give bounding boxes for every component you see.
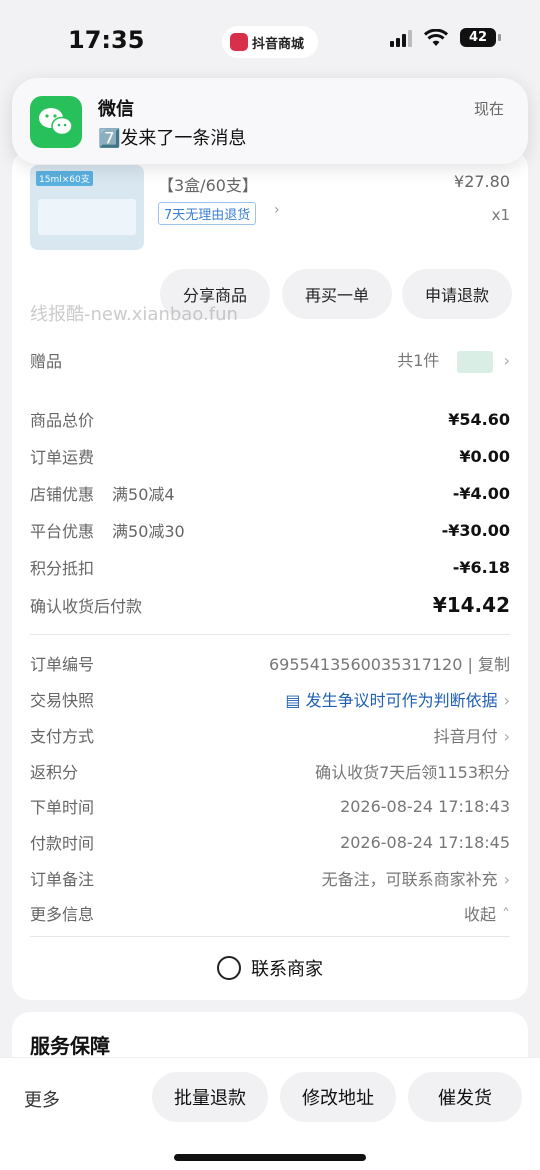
- rebuy-button[interactable]: 再买一单: [282, 269, 392, 319]
- clock: 17:35: [68, 26, 145, 54]
- order-detail-card: 15ml×60支 【3盒/60支】 ¥27.80 7天无理由退货 › x1 分享…: [12, 150, 528, 1000]
- price-value: -¥30.00: [441, 520, 510, 540]
- divider: [30, 634, 510, 635]
- watermark: 线报酷-new.xianbao.fun: [30, 304, 238, 325]
- price-value: -¥6.18: [452, 557, 510, 577]
- price-row: 订单运费 ¥0.00: [30, 441, 510, 471]
- price-row: 积分抵扣 -¥6.18: [30, 552, 510, 582]
- price-label: 订单运费: [30, 448, 95, 467]
- snapshot-label: 交易快照: [30, 691, 95, 710]
- total-label: 确认收货后付款: [30, 597, 143, 616]
- home-indicator[interactable]: [174, 1154, 366, 1161]
- pay-time: 2026-08-24 17:18:45: [340, 832, 510, 852]
- battery-level: 42: [468, 30, 488, 45]
- chevron-right-icon[interactable]: ›: [274, 202, 280, 218]
- collapse-toggle: 收起: [463, 905, 496, 924]
- product-spec: 【3盒/60支】: [158, 176, 258, 195]
- island-app-name: 抖音商城: [252, 36, 305, 52]
- more-info-label: 更多信息: [30, 905, 95, 924]
- batch-refund-button[interactable]: 批量退款: [152, 1072, 268, 1122]
- price-label: 店铺优惠: [30, 485, 95, 504]
- chevron-right-icon: ›: [503, 351, 510, 371]
- order-time-row: 下单时间 2026-08-24 17:18:43: [30, 791, 510, 821]
- cellular-signal-icon: [390, 29, 412, 47]
- gift-thumbnail: [456, 350, 493, 373]
- payment-label: 支付方式: [30, 727, 95, 746]
- product-price: ¥27.80: [454, 172, 510, 191]
- douyin-mall-icon: [230, 33, 248, 51]
- notification-message: 7️⃣发来了一条消息: [98, 128, 247, 149]
- wechat-notification[interactable]: 微信 7️⃣发来了一条消息 现在: [12, 78, 528, 164]
- price-label: 积分抵扣: [30, 559, 95, 578]
- notification-time: 现在: [473, 100, 504, 118]
- price-row: 平台优惠 满50减30 -¥30.00: [30, 515, 510, 545]
- dynamic-island[interactable]: 抖音商城: [222, 26, 318, 58]
- price-value: ¥0.00: [459, 446, 510, 466]
- thumbnail-tag: 15ml×60支: [36, 171, 93, 186]
- price-sublabel: 满50减30: [112, 522, 185, 541]
- chevron-right-icon: ›: [503, 727, 510, 746]
- price-sublabel: 满50减4: [112, 485, 175, 504]
- price-row: 商品总价 ¥54.60: [30, 404, 510, 434]
- order-time-label: 下单时间: [30, 798, 95, 817]
- status-bar: 17:35 抖音商城 42: [0, 0, 540, 80]
- gift-count: 共1件: [397, 351, 440, 371]
- gift-row[interactable]: 赠品 共1件 ›: [30, 345, 510, 375]
- notification-app: 微信: [98, 99, 134, 120]
- service-guarantee-title: 服务保障: [30, 1034, 110, 1058]
- product-thumbnail[interactable]: 15ml×60支: [30, 165, 144, 250]
- total-row: 确认收货后付款 ¥14.42: [30, 590, 510, 620]
- order-number-label: 订单编号: [30, 655, 95, 674]
- return-policy-badge[interactable]: 7天无理由退货: [158, 202, 257, 225]
- more-info-row[interactable]: 更多信息 收起 ˄: [30, 898, 510, 928]
- remark-label: 订单备注: [30, 870, 95, 889]
- contact-merchant-button[interactable]: 联系商家: [12, 955, 528, 981]
- document-icon: ▤: [285, 691, 301, 710]
- price-row: 店铺优惠 满50减4 -¥4.00: [30, 478, 510, 508]
- remark-value: 无备注，可联系商家补充: [321, 870, 498, 889]
- chevron-right-icon: ›: [503, 691, 510, 710]
- gift-label: 赠品: [30, 352, 63, 371]
- chevron-up-icon: ˄: [502, 905, 510, 924]
- chevron-right-icon: ›: [503, 870, 510, 889]
- pay-time-row: 付款时间 2026-08-24 17:18:45: [30, 827, 510, 857]
- snapshot-link: 发生争议时可作为判断依据: [305, 691, 498, 710]
- price-label: 平台优惠: [30, 522, 95, 541]
- urge-shipping-button[interactable]: 催发货: [408, 1072, 522, 1122]
- divider: [30, 936, 510, 937]
- chat-face-icon: [217, 956, 241, 980]
- pay-time-label: 付款时间: [30, 834, 95, 853]
- points-label: 返积分: [30, 763, 79, 782]
- copy-button[interactable]: 复制: [478, 655, 510, 674]
- payment-row[interactable]: 支付方式 抖音月付 ›: [30, 720, 510, 750]
- refund-button[interactable]: 申请退款: [402, 269, 512, 319]
- price-value: -¥4.00: [452, 483, 510, 503]
- points-value: 确认收货7天后领1153积分: [315, 763, 510, 782]
- more-button[interactable]: 更多: [24, 1086, 60, 1112]
- order-number: 6955413560035317120: [269, 655, 463, 674]
- contact-merchant-label: 联系商家: [251, 959, 323, 980]
- points-row: 返积分 确认收货7天后领1153积分: [30, 756, 510, 786]
- change-address-button[interactable]: 修改地址: [280, 1072, 396, 1122]
- status-icons: 42: [390, 28, 501, 47]
- remark-row[interactable]: 订单备注 无备注，可联系商家补充 ›: [30, 863, 510, 893]
- price-value: ¥54.60: [448, 409, 510, 429]
- order-number-row: 订单编号 6955413560035317120 | 复制: [30, 648, 510, 678]
- order-time: 2026-08-24 17:18:43: [340, 796, 510, 816]
- price-label: 商品总价: [30, 411, 95, 430]
- wifi-icon: [424, 28, 448, 46]
- total-value: ¥14.42: [432, 593, 510, 617]
- bottom-action-bar: 更多 批量退款 修改地址 催发货: [0, 1057, 540, 1170]
- battery-icon: 42: [460, 28, 501, 47]
- snapshot-row[interactable]: 交易快照 ▤ 发生争议时可作为判断依据 ›: [30, 684, 510, 714]
- payment-method: 抖音月付: [433, 727, 498, 746]
- wechat-icon: [30, 96, 82, 148]
- product-quantity: x1: [491, 206, 510, 224]
